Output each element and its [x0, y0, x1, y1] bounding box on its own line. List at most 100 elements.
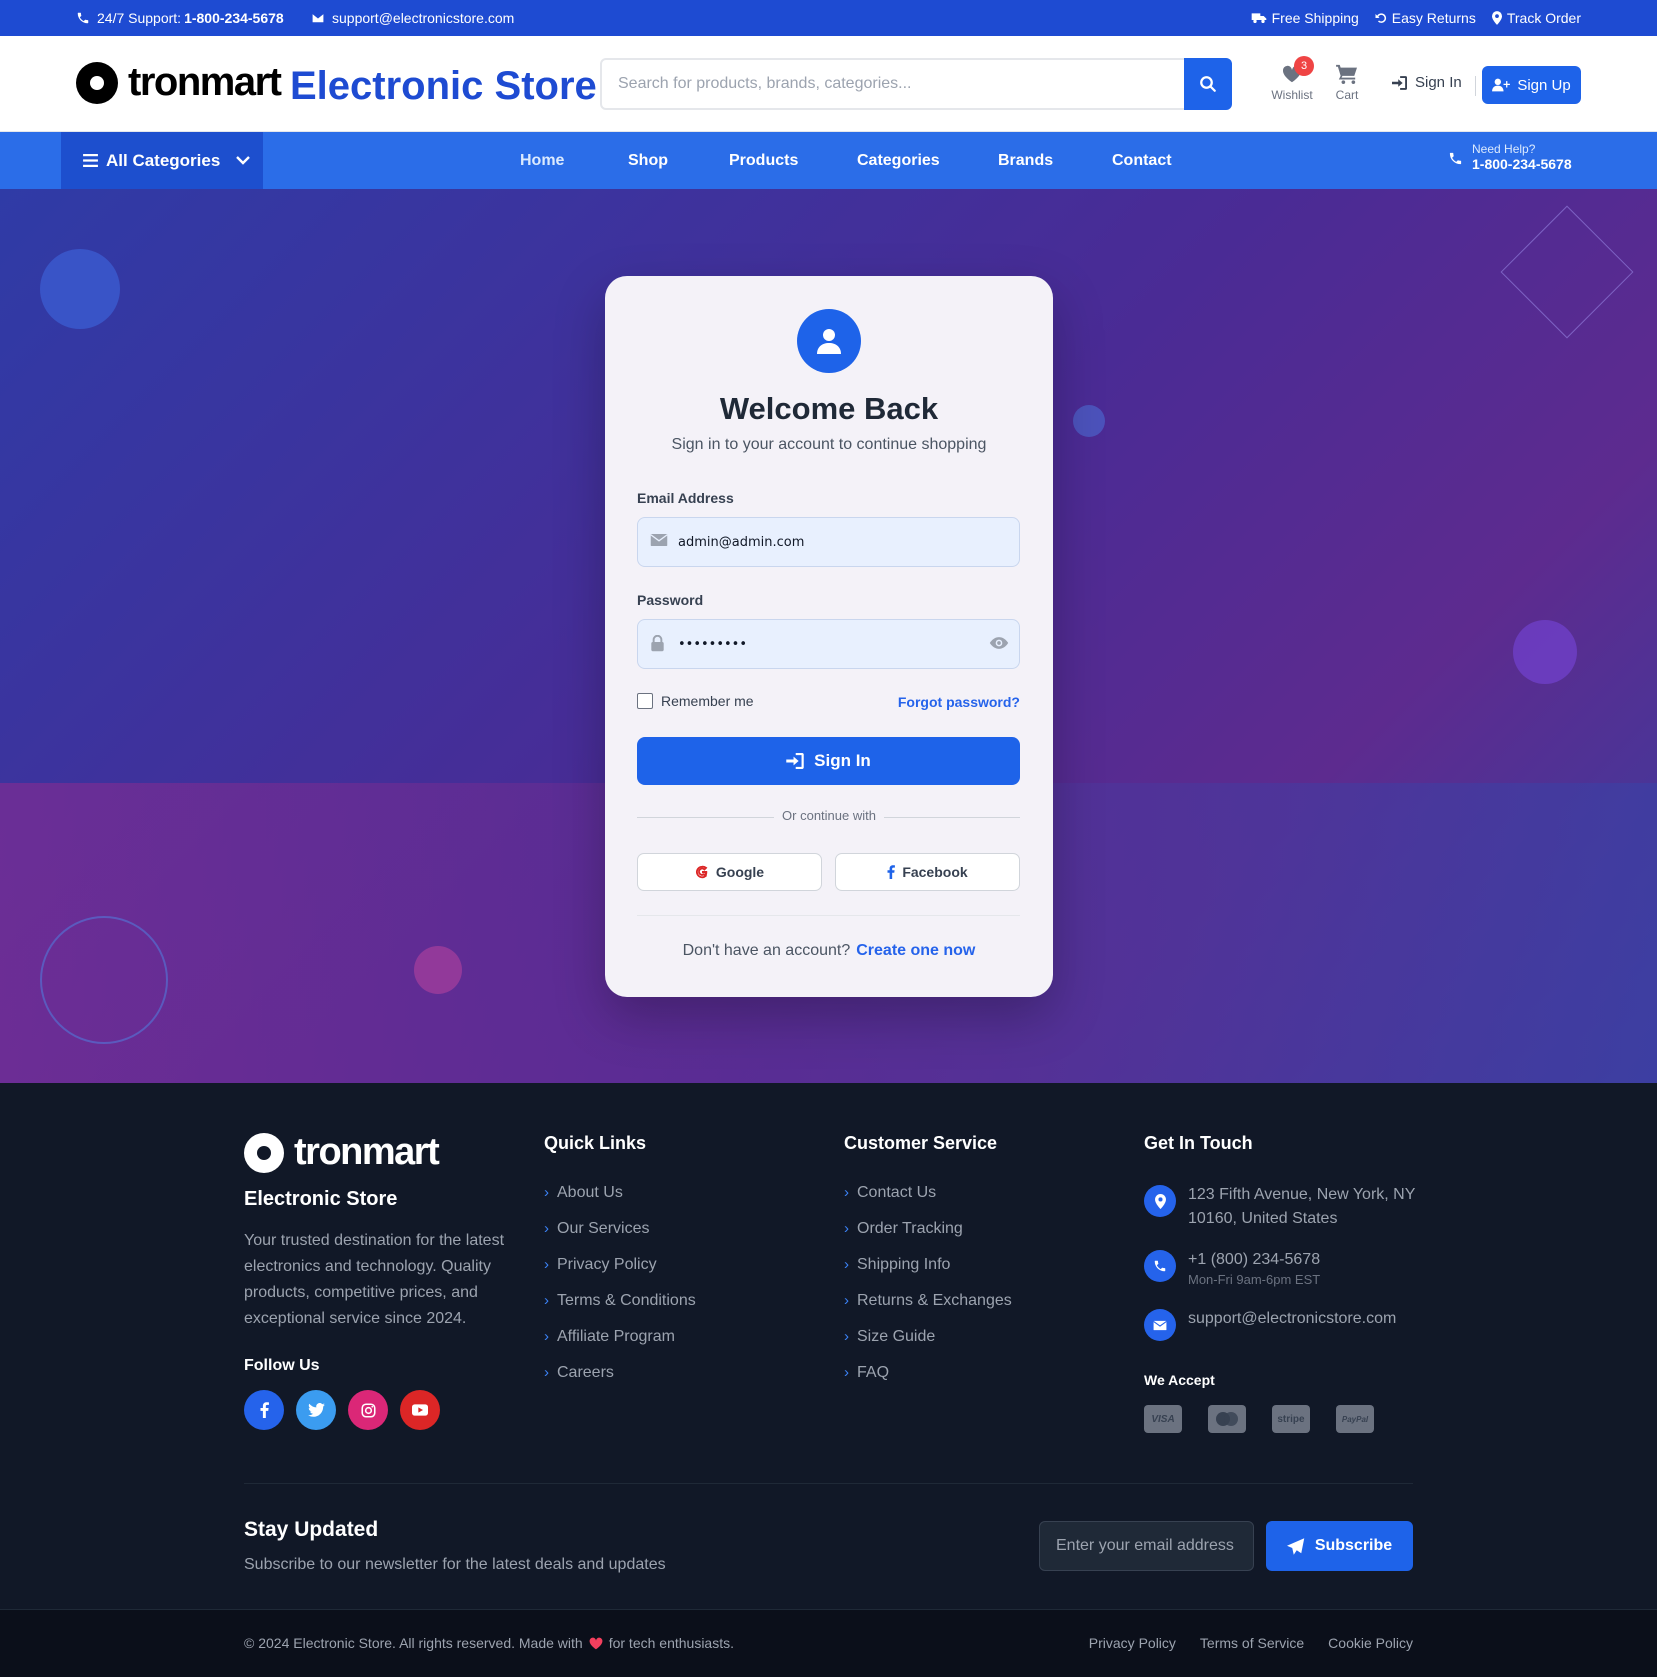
easy-returns-link[interactable]: Easy Returns [1375, 10, 1476, 26]
remember-me-checkbox[interactable] [637, 693, 653, 709]
support-info: 24/7 Support: 1-800-234-5678 [76, 0, 284, 36]
decor-diamond [1500, 205, 1634, 339]
envelope-icon [1144, 1309, 1176, 1341]
nav-contact[interactable]: Contact [1112, 132, 1172, 189]
easy-returns-label: Easy Returns [1391, 10, 1476, 26]
nav-categories[interactable]: Categories [857, 132, 940, 189]
service-link[interactable]: › Returns & Exchanges [844, 1291, 1012, 1327]
eye-icon[interactable] [989, 635, 1009, 651]
customer-service-title: Customer Service [844, 1133, 998, 1153]
service-link[interactable]: › Shipping Info [844, 1255, 1012, 1291]
email-info[interactable]: support@electronicstore.com [311, 0, 514, 36]
nav-shop[interactable]: Shop [628, 132, 668, 189]
copyright: © 2024 Electronic Store. All rights rese… [244, 1635, 734, 1651]
logo-text: tronmart [128, 60, 282, 104]
create-account-link[interactable]: Create one now [856, 942, 975, 959]
quick-link-label: About Us [557, 1184, 623, 1201]
support-phone[interactable]: 1-800-234-5678 [184, 10, 284, 26]
paypal-icon: PayPal [1336, 1405, 1374, 1433]
address-text: 123 Fifth Avenue, New York, NY 10160, Un… [1188, 1186, 1416, 1227]
password-label: Password [637, 592, 704, 608]
service-link[interactable]: › Order Tracking [844, 1219, 1012, 1255]
cookie-policy-link[interactable]: Cookie Policy [1328, 1635, 1413, 1651]
youtube-social-button[interactable] [400, 1390, 440, 1430]
newsletter-email-field [1039, 1521, 1254, 1571]
need-help[interactable]: Need Help? 1-800-234-5678 [1448, 143, 1572, 173]
facebook-login-button[interactable]: Facebook [835, 853, 1020, 891]
quick-link[interactable]: › Affiliate Program [544, 1327, 696, 1363]
nav-home[interactable]: Home [520, 132, 564, 189]
hamburger-icon [83, 154, 98, 167]
need-help-phone: 1-800-234-5678 [1472, 156, 1572, 172]
subscribe-button[interactable]: Subscribe [1266, 1521, 1413, 1571]
service-link[interactable]: › FAQ [844, 1363, 1012, 1399]
contact-phone[interactable]: +1 (800) 234-5678 Mon-Fri 9am-6pm EST [1144, 1248, 1320, 1288]
decor-circle [40, 249, 120, 329]
chevron-right-icon: › [844, 1292, 849, 1309]
quick-link[interactable]: › Our Services [544, 1219, 696, 1255]
quick-link[interactable]: › About Us [544, 1183, 696, 1219]
logo-mark-icon [244, 1132, 284, 1173]
sign-up-button[interactable]: Sign Up [1482, 66, 1581, 104]
cart-button[interactable]: Cart [1322, 60, 1372, 102]
search-input[interactable] [618, 60, 1158, 108]
nav-products[interactable]: Products [729, 132, 798, 189]
all-categories-button[interactable]: All Categories [61, 132, 263, 189]
email-input[interactable] [678, 518, 978, 566]
free-shipping-link[interactable]: Free Shipping [1251, 10, 1359, 26]
quick-link[interactable]: › Terms & Conditions [544, 1291, 696, 1327]
mastercard-icon [1208, 1405, 1246, 1433]
copyright-text: © 2024 Electronic Store. All rights rese… [244, 1635, 583, 1651]
wishlist-button[interactable]: 3 Wishlist [1267, 56, 1317, 102]
search-icon [1199, 75, 1217, 93]
chevron-right-icon: › [844, 1256, 849, 1273]
customer-service-list: › Contact Us › Order Tracking › Shipping In… [844, 1183, 1012, 1399]
chevron-right-icon: › [844, 1184, 849, 1201]
facebook-social-button[interactable] [244, 1390, 284, 1430]
subscribe-label: Subscribe [1314, 1537, 1393, 1554]
remember-me[interactable]: Remember me [637, 693, 754, 709]
brand-logo[interactable]: tronmart [76, 60, 282, 105]
facebook-label: Facebook [902, 864, 968, 880]
quick-link-label: Privacy Policy [557, 1256, 657, 1273]
twitter-icon [307, 1403, 325, 1417]
no-account-text: Don't have an account? [682, 942, 851, 959]
chevron-down-icon [236, 156, 251, 165]
footer-logo[interactable]: tronmart [244, 1131, 440, 1174]
user-plus-icon [1492, 78, 1511, 92]
google-login-button[interactable]: Google [637, 853, 822, 891]
quick-links-title: Quick Links [544, 1133, 647, 1153]
track-order-link[interactable]: Track Order [1491, 10, 1581, 26]
sign-in-button-label: Sign In [814, 751, 871, 770]
terms-of-service-link[interactable]: Terms of Service [1200, 1635, 1304, 1651]
wishlist-label: Wishlist [1271, 88, 1313, 102]
login-card: Welcome Back Sign in to your account to … [605, 276, 1053, 997]
phone-icon [1448, 151, 1463, 166]
chevron-right-icon: › [544, 1256, 549, 1273]
sign-in-link[interactable]: Sign In [1392, 74, 1462, 91]
instagram-social-button[interactable] [348, 1390, 388, 1430]
service-link[interactable]: › Size Guide [844, 1327, 1012, 1363]
contact-address: 123 Fifth Avenue, New York, NY 10160, Un… [1144, 1183, 1418, 1231]
service-link[interactable]: › Contact Us [844, 1183, 1012, 1219]
quick-link-label: Affiliate Program [557, 1328, 675, 1345]
sign-in-button[interactable]: Sign In [637, 737, 1020, 785]
quick-link-label: Terms & Conditions [557, 1292, 696, 1309]
wishlist-count-badge: 3 [1294, 56, 1314, 76]
privacy-policy-link[interactable]: Privacy Policy [1089, 1635, 1176, 1651]
footer-about: Your trusted destination for the latest … [244, 1232, 505, 1327]
contact-email[interactable]: support@electronicstore.com [1144, 1307, 1396, 1341]
store-name: Electronic Store [290, 64, 597, 108]
search-button[interactable] [1184, 58, 1232, 110]
decor-circle [1513, 620, 1577, 684]
forgot-password-link[interactable]: Forgot password? [898, 694, 1020, 710]
card-separator [637, 915, 1020, 916]
twitter-social-button[interactable] [296, 1390, 336, 1430]
divider-text: Or continue with [774, 808, 884, 823]
quick-link[interactable]: › Privacy Policy [544, 1255, 696, 1291]
quick-link[interactable]: › Careers [544, 1363, 696, 1399]
nav-brands[interactable]: Brands [998, 132, 1053, 189]
newsletter-email-input[interactable] [1040, 1522, 1253, 1570]
decor-circle [1073, 405, 1105, 437]
password-input[interactable] [678, 620, 978, 668]
